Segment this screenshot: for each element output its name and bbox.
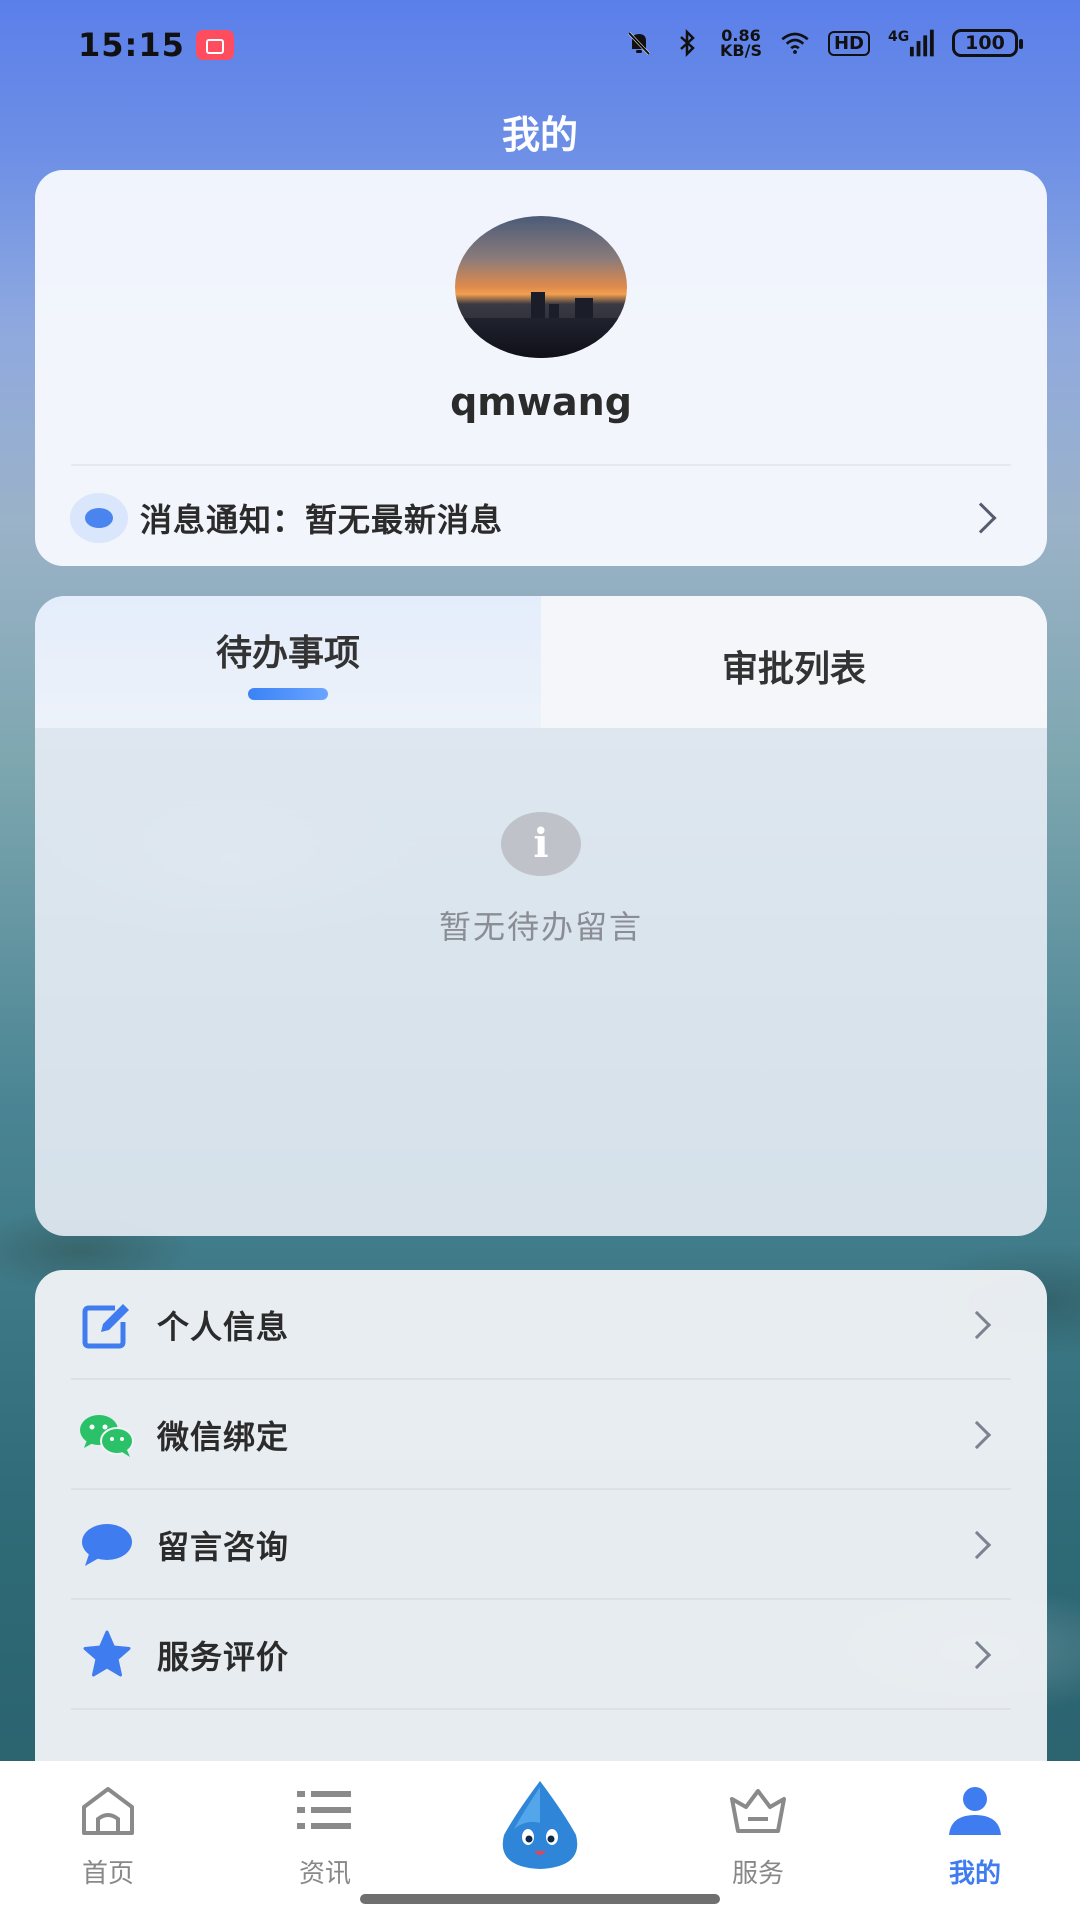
chevron-right-icon xyxy=(962,1420,992,1450)
tab-todo[interactable]: 待办事项 xyxy=(35,596,541,728)
chevron-right-icon xyxy=(962,1530,992,1560)
avatar[interactable] xyxy=(455,216,627,358)
menu-label: 个人信息 xyxy=(157,1308,290,1346)
empty-state-text: 暂无待办留言 xyxy=(438,908,643,946)
nav-label: 服务 xyxy=(731,1859,784,1889)
water-drop-mascot-icon xyxy=(502,1781,578,1869)
tab-approval-label: 审批列表 xyxy=(721,649,866,690)
profile-card: qmwang 消息通知：暂无最新消息 xyxy=(35,170,1047,566)
chevron-right-icon xyxy=(965,502,997,534)
network-type: 4G xyxy=(888,29,910,45)
hd-badge: HD xyxy=(827,30,870,56)
network-speed: 0.86 KB/S xyxy=(720,28,762,60)
avatar-city-lights xyxy=(455,318,627,358)
menu-item-message-consult[interactable]: 留言咨询 xyxy=(35,1490,1047,1600)
status-bar: 15:15 0.86 KB/S HD 4G 100 xyxy=(0,0,1080,90)
service-basket-icon xyxy=(730,1789,786,1833)
wechat-icon xyxy=(80,1415,134,1457)
star-icon xyxy=(83,1630,131,1677)
notification-row[interactable]: 消息通知：暂无最新消息 xyxy=(70,490,1012,546)
menu-item-service-rating[interactable]: 服务评价 xyxy=(35,1600,1047,1710)
speed-unit: KB/S xyxy=(720,41,762,60)
notification-icon xyxy=(70,493,128,543)
edit-icon xyxy=(82,1304,129,1349)
divider xyxy=(71,464,1011,466)
status-icons: 0.86 KB/S HD 4G 100 xyxy=(624,28,1023,60)
chat-bubble-icon xyxy=(82,1524,132,1566)
home-indicator[interactable] xyxy=(360,1894,720,1904)
tab-approval-list[interactable]: 审批列表 xyxy=(541,596,1047,728)
tab-todo-label: 待办事项 xyxy=(215,633,360,674)
battery-indicator: 100 xyxy=(952,29,1023,57)
nav-news[interactable]: 资讯 xyxy=(255,1779,395,1889)
info-icon: i xyxy=(501,812,581,876)
chevron-right-icon xyxy=(962,1310,992,1340)
bluetooth-icon xyxy=(672,28,702,58)
menu-item-personal-info[interactable]: 个人信息 xyxy=(35,1270,1047,1380)
nav-label: 我的 xyxy=(948,1859,1001,1889)
tab-active-indicator xyxy=(248,688,328,700)
nav-label: 首页 xyxy=(81,1859,134,1889)
todo-card: 待办事项 审批列表 i 暂无待办留言 xyxy=(35,596,1047,1236)
mute-bell-icon xyxy=(624,28,654,58)
list-icon xyxy=(297,1791,351,1829)
divider xyxy=(71,1708,1011,1710)
page-title: 我的 xyxy=(501,113,578,157)
nav-home[interactable]: 首页 xyxy=(38,1779,178,1889)
nav-label: 资讯 xyxy=(298,1859,351,1889)
nav-service[interactable]: 服务 xyxy=(688,1779,828,1889)
signal-icon: 4G xyxy=(888,28,934,58)
nav-mascot-center[interactable] xyxy=(470,1779,610,1889)
user-icon xyxy=(949,1787,1001,1835)
menu-label: 服务评价 xyxy=(157,1638,290,1676)
menu-label: 留言咨询 xyxy=(157,1528,290,1566)
wifi-icon xyxy=(780,28,810,58)
status-time: 15:15 xyxy=(78,26,185,64)
screen-record-icon xyxy=(196,30,234,60)
chevron-right-icon xyxy=(962,1640,992,1670)
nav-mine[interactable]: 我的 xyxy=(905,1779,1045,1889)
todo-tabs: 待办事项 审批列表 xyxy=(35,596,1047,728)
notification-text: 消息通知：暂无最新消息 xyxy=(140,501,504,539)
home-icon xyxy=(82,1787,134,1835)
username: qmwang xyxy=(450,380,632,424)
menu-item-wechat-binding[interactable]: 微信绑定 xyxy=(35,1380,1047,1490)
menu-label: 微信绑定 xyxy=(157,1418,290,1456)
